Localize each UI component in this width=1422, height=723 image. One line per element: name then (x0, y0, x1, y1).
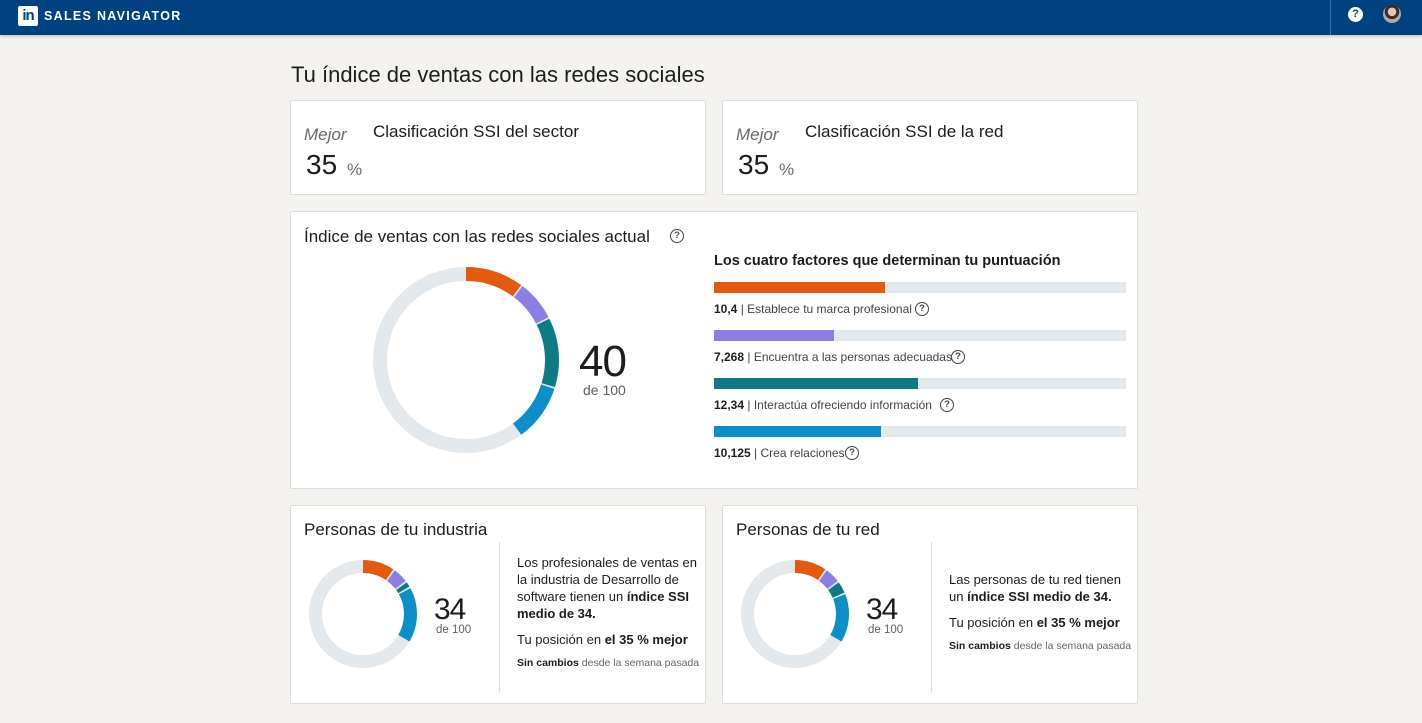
change-bold: Sin cambios (517, 657, 579, 669)
factor-name: Establece tu marca profesional (747, 302, 912, 316)
network-score: 34 (866, 593, 898, 626)
network-position: Tu posición en el 35 % mejor (949, 614, 1129, 631)
factor-name: Interactúa ofreciendo información (753, 398, 932, 412)
rank-label: Mejor (304, 125, 347, 144)
divider (499, 542, 500, 692)
industry-score-max: de 100 (436, 624, 472, 636)
rank-title: Clasificación SSI del sector (373, 122, 579, 141)
question-icon[interactable]: ? (915, 302, 929, 316)
current-ssi-title: Índice de ventas con las redes sociales … (304, 227, 650, 246)
network-text-bold: índice SSI medio de 34. (967, 589, 1112, 604)
ssi-donut-chart (373, 267, 559, 453)
top-navigation-bar: in SALES NAVIGATOR ? (0, 0, 1422, 35)
factor-name: Crea relaciones (760, 446, 845, 460)
network-card: Personas de tu red 34 de 100 Las persona… (722, 505, 1138, 704)
factor-fill (714, 330, 834, 341)
nav-divider (1330, 0, 1331, 35)
factor-bar-people (714, 330, 1126, 341)
position-text: Tu posición en (949, 615, 1037, 630)
rank-value: 35 (306, 149, 338, 180)
question-icon[interactable]: ? (845, 446, 859, 460)
industry-card: Personas de tu industria 34 de 100 Los p… (290, 505, 706, 704)
factor-label-engage: 12,34 | Interactúa ofreciendo informació… (714, 398, 932, 412)
network-description: Las personas de tu red tienen un índice … (949, 571, 1129, 605)
industry-donut-chart (309, 560, 417, 668)
factor-bar-brand (714, 282, 1126, 293)
network-title: Personas de tu red (736, 520, 880, 539)
rank-title: Clasificación SSI de la red (805, 122, 1004, 141)
industry-position: Tu posición en el 35 % mejor (517, 631, 697, 648)
change-text: desde la semana pasada (578, 657, 700, 669)
brand[interactable]: in SALES NAVIGATOR (18, 6, 182, 26)
rank-label: Mejor (736, 125, 779, 144)
position-bold: el 35 % mejor (1036, 615, 1120, 630)
position-text: Tu posición en (517, 632, 605, 647)
factor-bar-relations (714, 426, 1126, 437)
factor-name: Encuentra a las personas adecuadas (753, 350, 952, 364)
page-title: Tu índice de ventas con las redes social… (291, 62, 705, 87)
factor-value: 12,34 (714, 398, 745, 412)
factor-value: 7,268 (714, 350, 745, 364)
industry-change: Sin cambios desde la semana pasada (517, 657, 699, 669)
factor-fill (714, 426, 881, 437)
factor-label-brand: 10,4 | Establece tu marca profesional (714, 302, 912, 316)
factor-value: 10,125 (714, 446, 751, 460)
factors-title: Los cuatro factores que determinan tu pu… (714, 253, 1061, 269)
network-donut-chart (741, 560, 849, 668)
divider (931, 542, 932, 692)
factor-label-relations: 10,125 | Crea relaciones (714, 446, 845, 460)
industry-description: Los profesionales de ventas en la indust… (517, 554, 697, 622)
position-bold: el 35 % mejor (604, 632, 688, 647)
factor-fill (714, 378, 918, 389)
question-icon[interactable]: ? (670, 229, 684, 243)
network-change: Sin cambios desde la semana pasada (949, 640, 1131, 652)
question-icon[interactable]: ? (951, 350, 965, 364)
industry-score: 34 (434, 593, 466, 626)
factor-label-people: 7,268 | Encuentra a las personas adecuad… (714, 350, 952, 364)
factor-fill (714, 282, 886, 293)
factor-value: 10,4 (714, 302, 738, 316)
avatar[interactable] (1383, 5, 1401, 23)
network-rank-card: Mejor Clasificación SSI de la red 35 % (722, 100, 1138, 195)
help-icon[interactable]: ? (1348, 7, 1363, 22)
question-icon[interactable]: ? (940, 398, 954, 412)
sector-rank-card: Mejor Clasificación SSI del sector 35 % (290, 100, 706, 195)
rank-unit: % (779, 160, 795, 179)
current-ssi-card: Índice de ventas con las redes sociales … (290, 211, 1138, 489)
network-score-max: de 100 (868, 624, 904, 636)
rank-value: 35 (738, 149, 770, 180)
factor-bar-engage (714, 378, 1126, 389)
linkedin-logo-icon: in (18, 6, 38, 26)
rank-unit: % (347, 160, 363, 179)
change-bold: Sin cambios (949, 640, 1011, 652)
industry-title: Personas de tu industria (304, 520, 488, 539)
ssi-score-max: de 100 (583, 382, 626, 398)
brand-name: SALES NAVIGATOR (44, 9, 182, 23)
ssi-score: 40 (579, 337, 627, 386)
change-text: desde la semana pasada (1010, 640, 1132, 652)
